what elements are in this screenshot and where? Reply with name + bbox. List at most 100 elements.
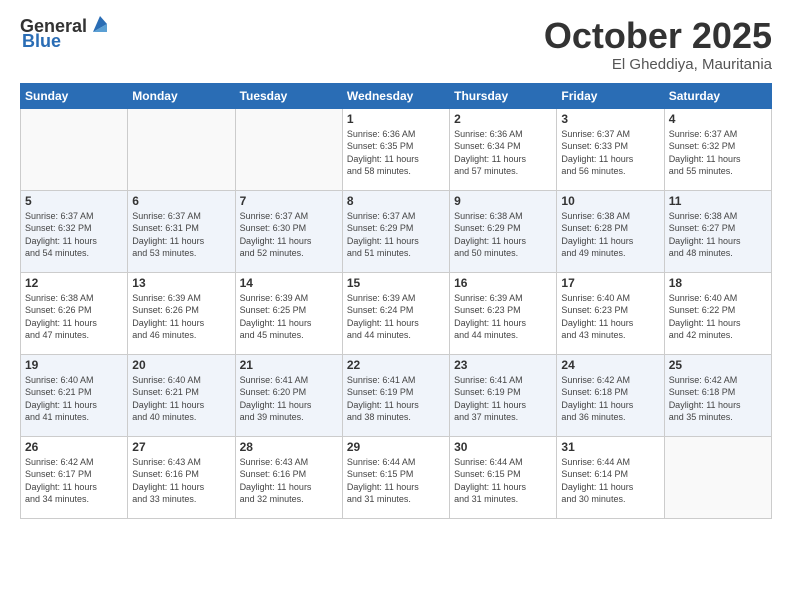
day-number: 12 [25, 276, 123, 290]
day-cell: 14 Sunrise: 6:39 AM Sunset: 6:25 PM Dayli… [235, 272, 342, 354]
day-cell [128, 108, 235, 190]
col-header-monday: Monday [128, 83, 235, 108]
day-cell: 19 Sunrise: 6:40 AM Sunset: 6:21 PM Dayli… [21, 354, 128, 436]
day-number: 27 [132, 440, 230, 454]
day-cell: 13Sunrise: 6:39 AM Sunset: 6:26 PM Dayli… [128, 272, 235, 354]
day-cell: 4Sunrise: 6:37 AM Sunset: 6:32 PM Daylig… [664, 108, 771, 190]
week-row-4: 26 Sunrise: 6:42 AM Sunset: 6:17 PM Dayli… [21, 436, 772, 518]
day-info: Sunrise: 6:39 AM Sunset: 6:25 PM Dayligh… [240, 292, 338, 342]
day-number: 28 [240, 440, 338, 454]
day-info: Sunrise: 6:41 AM Sunset: 6:19 PM Dayligh… [347, 374, 445, 424]
day-info: Sunrise: 6:38 AM Sunset: 6:28 PM Dayligh… [561, 210, 659, 260]
day-cell: 20 Sunrise: 6:40 AM Sunset: 6:21 PM Dayli… [128, 354, 235, 436]
day-cell: 3Sunrise: 6:37 AM Sunset: 6:33 PM Daylig… [557, 108, 664, 190]
day-cell: 7 Sunrise: 6:37 AM Sunset: 6:30 PM Daylig… [235, 190, 342, 272]
col-header-thursday: Thursday [450, 83, 557, 108]
day-number: 23 [454, 358, 552, 372]
day-info: Sunrise: 6:40 AM Sunset: 6:21 PM Dayligh… [132, 374, 230, 424]
day-info: Sunrise: 6:39 AM Sunset: 6:26 PM Dayligh… [132, 292, 230, 342]
day-number: 9 [454, 194, 552, 208]
logo: General Blue [20, 16, 111, 50]
day-info: Sunrise: 6:43 AM Sunset: 6:16 PM Dayligh… [240, 456, 338, 506]
day-number: 18 [669, 276, 767, 290]
day-cell: 8 Sunrise: 6:37 AM Sunset: 6:29 PM Daylig… [342, 190, 449, 272]
day-number: 31 [561, 440, 659, 454]
col-header-friday: Friday [557, 83, 664, 108]
day-info: Sunrise: 6:42 AM Sunset: 6:18 PM Dayligh… [669, 374, 767, 424]
page: General Blue October 2025 El Gheddiya, M… [0, 0, 792, 612]
day-cell: 1 Sunrise: 6:36 AM Sunset: 6:35 PM Daylig… [342, 108, 449, 190]
day-info: Sunrise: 6:41 AM Sunset: 6:20 PM Dayligh… [240, 374, 338, 424]
day-cell: 15 Sunrise: 6:39 AM Sunset: 6:24 PM Dayli… [342, 272, 449, 354]
day-cell: 27 Sunrise: 6:43 AM Sunset: 6:16 PM Dayli… [128, 436, 235, 518]
header: General Blue October 2025 El Gheddiya, M… [20, 16, 772, 73]
day-number: 1 [347, 112, 445, 126]
col-header-sunday: Sunday [21, 83, 128, 108]
day-cell: 6 Sunrise: 6:37 AM Sunset: 6:31 PM Daylig… [128, 190, 235, 272]
day-number: 14 [240, 276, 338, 290]
day-info: Sunrise: 6:43 AM Sunset: 6:16 PM Dayligh… [132, 456, 230, 506]
day-cell [664, 436, 771, 518]
day-info: Sunrise: 6:42 AM Sunset: 6:17 PM Dayligh… [25, 456, 123, 506]
day-number: 6 [132, 194, 230, 208]
day-number: 24 [561, 358, 659, 372]
day-number: 29 [347, 440, 445, 454]
day-cell: 24 Sunrise: 6:42 AM Sunset: 6:18 PM Dayli… [557, 354, 664, 436]
day-number: 20 [132, 358, 230, 372]
day-cell: 26 Sunrise: 6:42 AM Sunset: 6:17 PM Dayli… [21, 436, 128, 518]
day-info: Sunrise: 6:38 AM Sunset: 6:26 PM Dayligh… [25, 292, 123, 342]
day-number: 7 [240, 194, 338, 208]
day-number: 5 [25, 194, 123, 208]
day-info: Sunrise: 6:40 AM Sunset: 6:22 PM Dayligh… [669, 292, 767, 342]
week-row-0: 1 Sunrise: 6:36 AM Sunset: 6:35 PM Daylig… [21, 108, 772, 190]
day-cell: 23 Sunrise: 6:41 AM Sunset: 6:19 PM Dayli… [450, 354, 557, 436]
day-number: 22 [347, 358, 445, 372]
day-cell: 25 Sunrise: 6:42 AM Sunset: 6:18 PM Dayli… [664, 354, 771, 436]
day-cell: 29 Sunrise: 6:44 AM Sunset: 6:15 PM Dayli… [342, 436, 449, 518]
day-number: 2 [454, 112, 552, 126]
week-row-3: 19 Sunrise: 6:40 AM Sunset: 6:21 PM Dayli… [21, 354, 772, 436]
day-number: 26 [25, 440, 123, 454]
day-number: 19 [25, 358, 123, 372]
day-info: Sunrise: 6:39 AM Sunset: 6:24 PM Dayligh… [347, 292, 445, 342]
day-info: Sunrise: 6:44 AM Sunset: 6:15 PM Dayligh… [454, 456, 552, 506]
day-cell [21, 108, 128, 190]
day-cell: 5 Sunrise: 6:37 AM Sunset: 6:32 PM Daylig… [21, 190, 128, 272]
day-info: Sunrise: 6:42 AM Sunset: 6:18 PM Dayligh… [561, 374, 659, 424]
day-number: 17 [561, 276, 659, 290]
day-number: 8 [347, 194, 445, 208]
month-title: October 2025 [544, 16, 772, 56]
day-info: Sunrise: 6:36 AM Sunset: 6:35 PM Dayligh… [347, 128, 445, 178]
calendar-table: SundayMondayTuesdayWednesdayThursdayFrid… [20, 83, 772, 519]
day-info: Sunrise: 6:37 AM Sunset: 6:31 PM Dayligh… [132, 210, 230, 260]
day-number: 10 [561, 194, 659, 208]
day-number: 30 [454, 440, 552, 454]
day-info: Sunrise: 6:38 AM Sunset: 6:29 PM Dayligh… [454, 210, 552, 260]
day-info: Sunrise: 6:40 AM Sunset: 6:23 PM Dayligh… [561, 292, 659, 342]
day-cell: 10 Sunrise: 6:38 AM Sunset: 6:28 PM Dayli… [557, 190, 664, 272]
day-cell: 21Sunrise: 6:41 AM Sunset: 6:20 PM Dayli… [235, 354, 342, 436]
day-info: Sunrise: 6:40 AM Sunset: 6:21 PM Dayligh… [25, 374, 123, 424]
day-number: 11 [669, 194, 767, 208]
calendar-header: SundayMondayTuesdayWednesdayThursdayFrid… [21, 83, 772, 108]
day-cell: 16 Sunrise: 6:39 AM Sunset: 6:23 PM Dayli… [450, 272, 557, 354]
day-info: Sunrise: 6:37 AM Sunset: 6:29 PM Dayligh… [347, 210, 445, 260]
week-row-1: 5 Sunrise: 6:37 AM Sunset: 6:32 PM Daylig… [21, 190, 772, 272]
day-cell [235, 108, 342, 190]
day-cell: 31 Sunrise: 6:44 AM Sunset: 6:14 PM Dayli… [557, 436, 664, 518]
day-info: Sunrise: 6:37 AM Sunset: 6:32 PM Dayligh… [669, 128, 767, 178]
day-number: 15 [347, 276, 445, 290]
day-number: 16 [454, 276, 552, 290]
day-info: Sunrise: 6:44 AM Sunset: 6:14 PM Dayligh… [561, 456, 659, 506]
day-info: Sunrise: 6:37 AM Sunset: 6:32 PM Dayligh… [25, 210, 123, 260]
day-info: Sunrise: 6:36 AM Sunset: 6:34 PM Dayligh… [454, 128, 552, 178]
day-info: Sunrise: 6:37 AM Sunset: 6:30 PM Dayligh… [240, 210, 338, 260]
day-cell: 11Sunrise: 6:38 AM Sunset: 6:27 PM Dayli… [664, 190, 771, 272]
day-info: Sunrise: 6:37 AM Sunset: 6:33 PM Dayligh… [561, 128, 659, 178]
day-number: 25 [669, 358, 767, 372]
header-row: SundayMondayTuesdayWednesdayThursdayFrid… [21, 83, 772, 108]
day-info: Sunrise: 6:44 AM Sunset: 6:15 PM Dayligh… [347, 456, 445, 506]
day-info: Sunrise: 6:41 AM Sunset: 6:19 PM Dayligh… [454, 374, 552, 424]
day-info: Sunrise: 6:39 AM Sunset: 6:23 PM Dayligh… [454, 292, 552, 342]
week-row-2: 12 Sunrise: 6:38 AM Sunset: 6:26 PM Dayli… [21, 272, 772, 354]
